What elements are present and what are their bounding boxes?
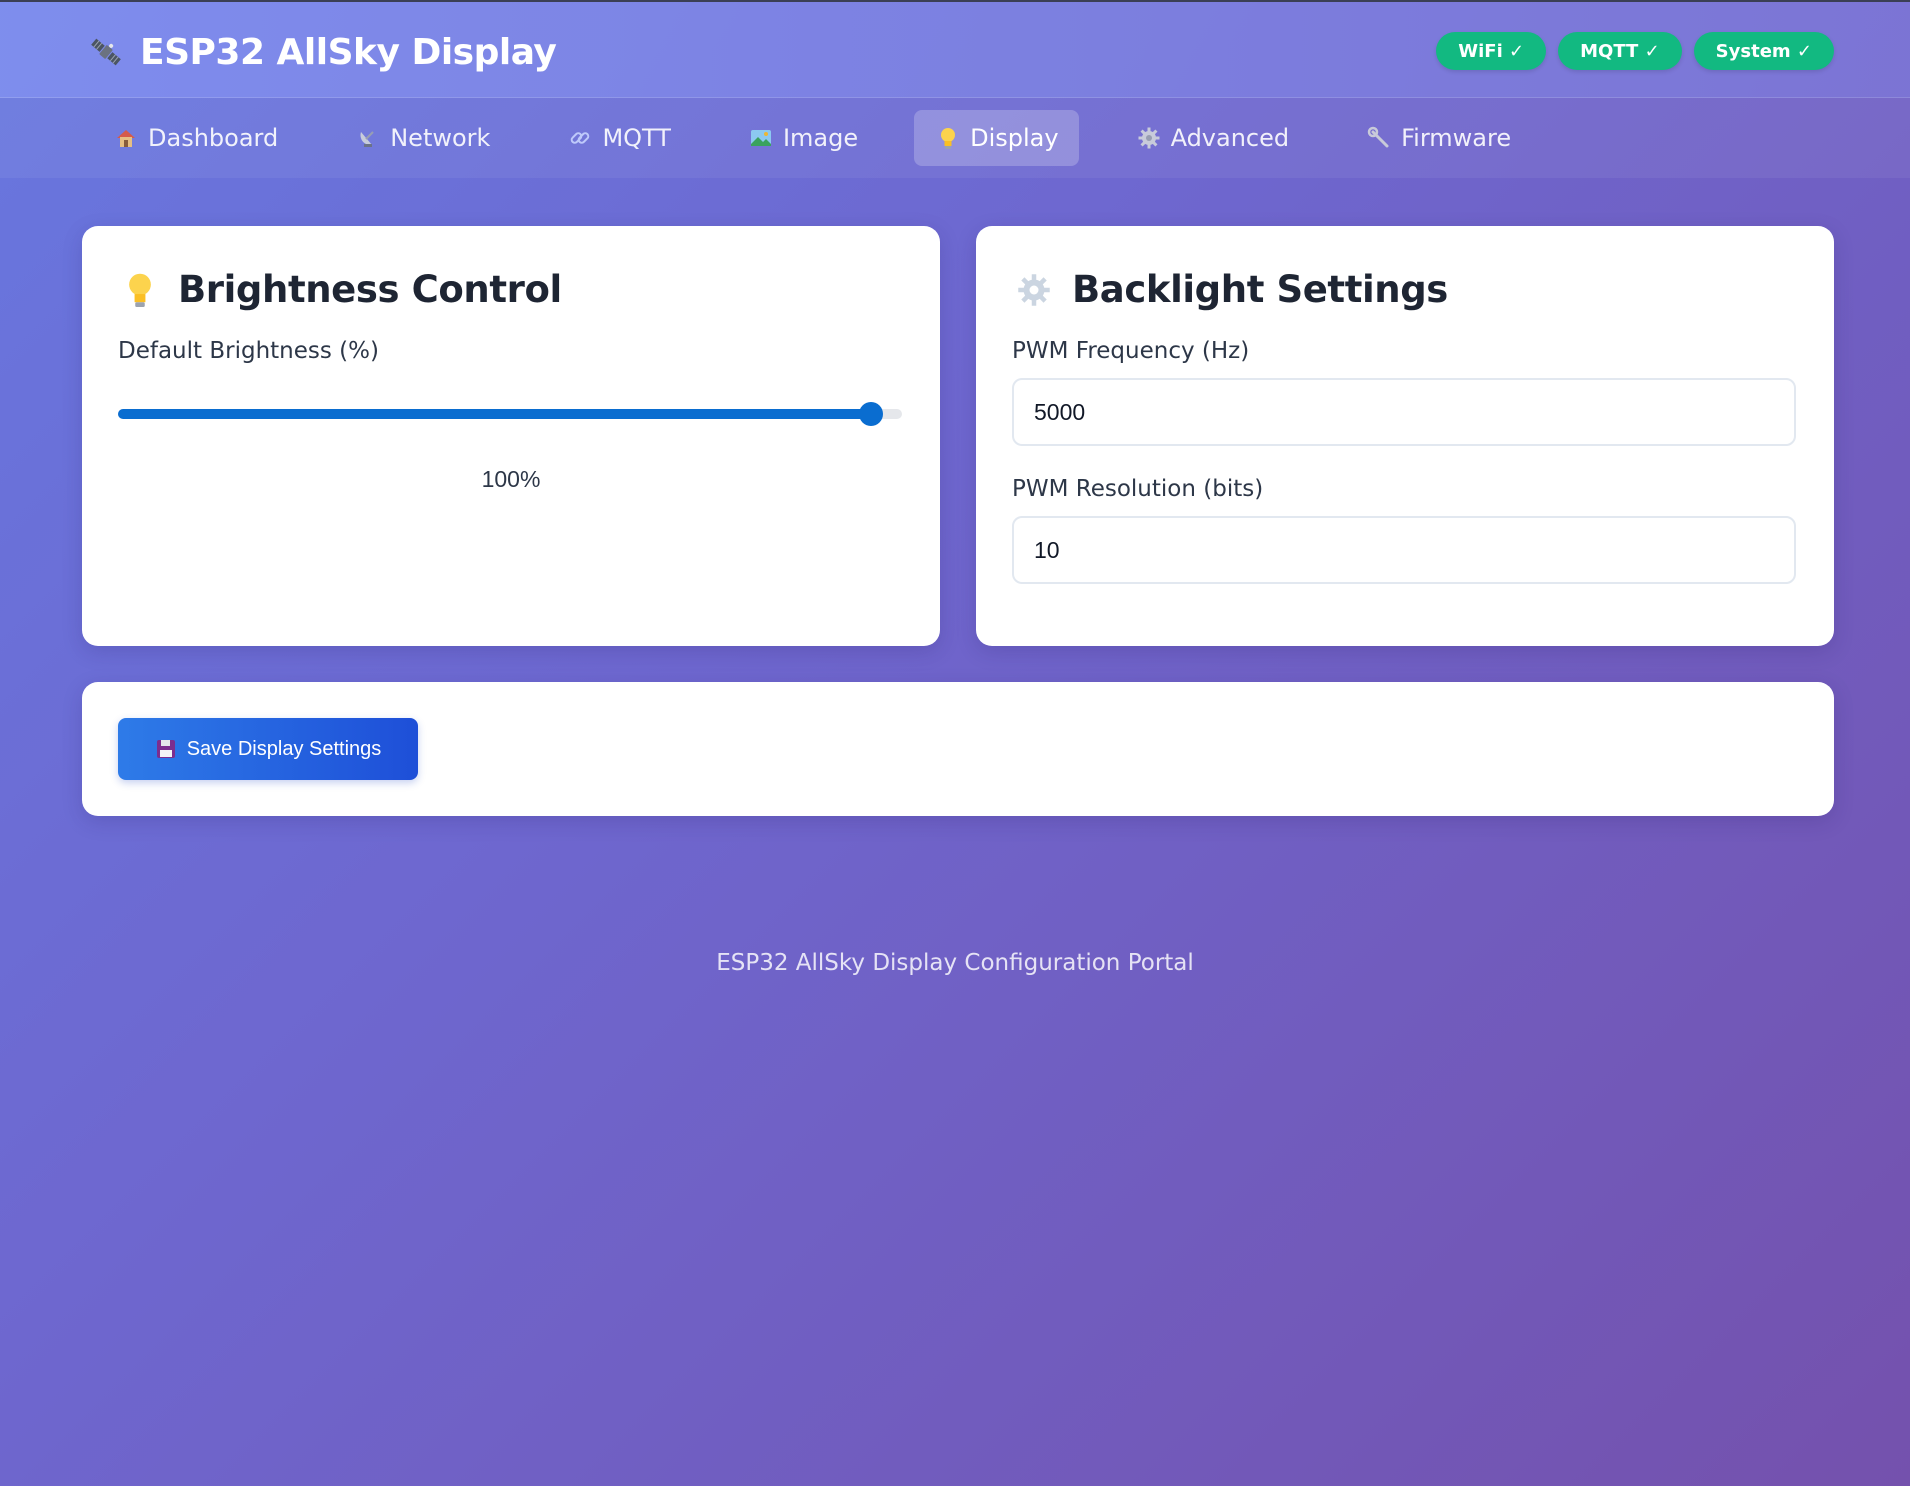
app-header: ESP32 AllSky Display WiFi ✓ MQTT ✓ Syste… — [0, 2, 1910, 98]
tab-label: MQTT — [602, 124, 671, 152]
pwm-resolution-input[interactable]: 10 — [1012, 516, 1796, 584]
status-badge-mqtt: MQTT ✓ — [1558, 32, 1682, 70]
link-icon — [566, 124, 594, 152]
slider-thumb[interactable] — [858, 402, 883, 426]
brightness-label: Default Brightness (%) — [118, 338, 379, 364]
floppy-disk-icon — [155, 738, 177, 760]
app-title: ESP32 AllSky Display — [140, 31, 557, 73]
satellite-icon — [86, 32, 126, 72]
house-icon — [112, 124, 140, 152]
tab-display[interactable]: Display — [914, 110, 1079, 166]
footer-text: ESP32 AllSky Display Configuration Porta… — [716, 950, 1194, 976]
actions-card: Save Display Settings — [82, 682, 1834, 816]
status-badges: WiFi ✓ MQTT ✓ System ✓ — [1436, 32, 1834, 70]
tab-network[interactable]: Network — [334, 110, 510, 166]
card-title: Brightness Control — [178, 268, 562, 311]
satellite-dish-icon — [354, 124, 382, 152]
save-display-settings-button[interactable]: Save Display Settings — [118, 718, 418, 780]
brightness-slider[interactable] — [118, 401, 902, 427]
card-title: Backlight Settings — [1072, 268, 1448, 311]
status-badge-system: System ✓ — [1693, 32, 1834, 70]
gear-icon — [1014, 270, 1054, 310]
tab-advanced[interactable]: Advanced — [1115, 110, 1310, 166]
tab-image[interactable]: Image — [727, 110, 878, 166]
main-nav: Dashboard Network MQTT Image Display Adv… — [0, 98, 1910, 178]
tab-label: Network — [390, 124, 491, 152]
tab-label: Firmware — [1401, 124, 1512, 152]
brightness-card: Brightness Control Default Brightness (%… — [82, 226, 940, 646]
save-button-label: Save Display Settings — [186, 737, 382, 760]
backlight-card: Backlight Settings PWM Frequency (Hz) 50… — [976, 226, 1834, 646]
pwm-resolution-label: PWM Resolution (bits) — [1012, 476, 1264, 502]
card-header: Brightness Control — [120, 268, 562, 311]
tab-dashboard[interactable]: Dashboard — [92, 110, 298, 166]
pwm-frequency-input[interactable]: 5000 — [1012, 378, 1796, 446]
slider-fill — [118, 409, 871, 419]
brand: ESP32 AllSky Display — [86, 30, 557, 74]
brightness-value: 100% — [481, 466, 541, 492]
tab-label: Image — [782, 124, 859, 152]
tab-mqtt[interactable]: MQTT — [546, 110, 691, 166]
picture-icon — [747, 124, 775, 152]
lightbulb-icon — [120, 270, 160, 310]
tab-firmware[interactable]: Firmware — [1345, 110, 1531, 166]
tab-label: Dashboard — [148, 124, 279, 152]
tab-label: Advanced — [1170, 124, 1290, 152]
lightbulb-icon — [934, 124, 962, 152]
wrench-icon — [1365, 124, 1393, 152]
tab-label: Display — [970, 124, 1059, 152]
card-header: Backlight Settings — [1014, 268, 1448, 311]
status-badge-wifi: WiFi ✓ — [1436, 32, 1547, 70]
gear-icon — [1135, 124, 1163, 152]
pwm-frequency-label: PWM Frequency (Hz) — [1012, 338, 1250, 364]
